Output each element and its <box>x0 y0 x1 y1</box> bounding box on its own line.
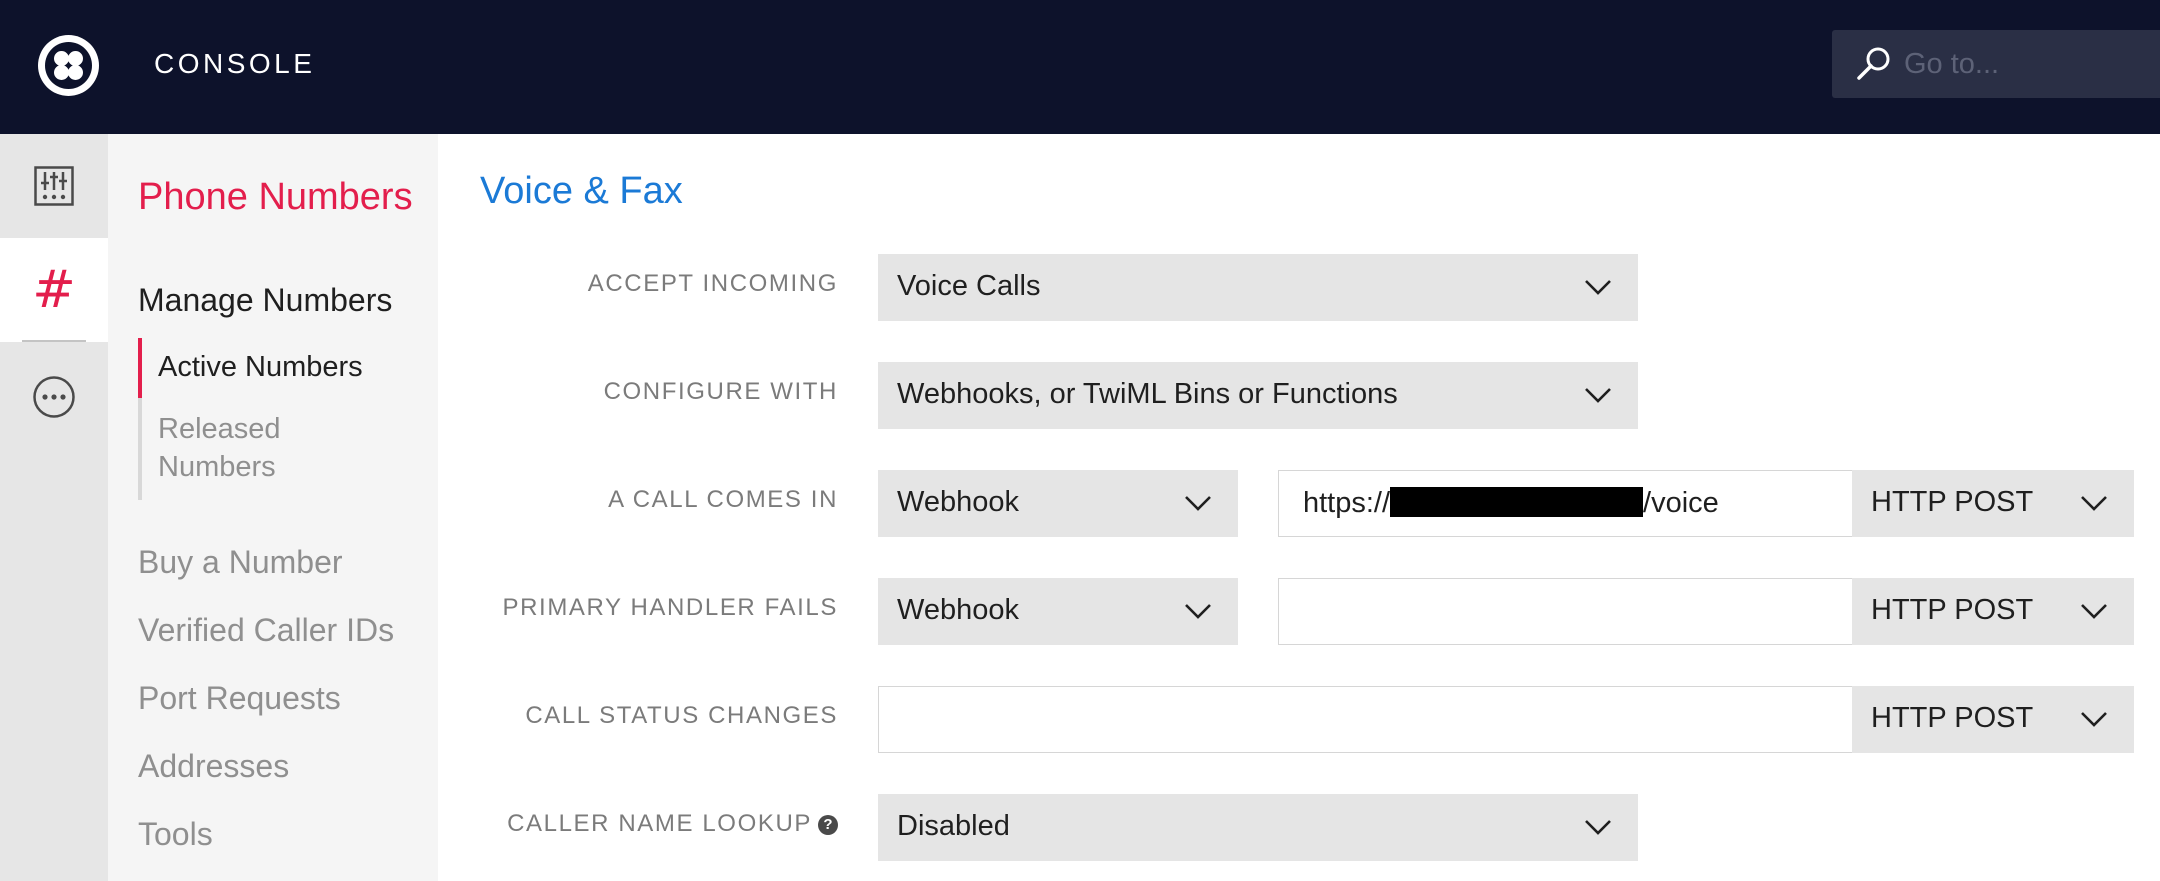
more-icon <box>33 376 75 418</box>
chevron-down-icon <box>1185 604 1211 619</box>
help-icon[interactable]: ? <box>818 815 838 835</box>
call-comes-in-label: A CALL COMES IN <box>608 486 838 513</box>
sidebar-item-buy-a-number[interactable]: Buy a Number <box>138 544 343 581</box>
hash-icon: # <box>32 260 76 320</box>
sidebar-title[interactable]: Phone Numbers <box>138 176 413 219</box>
call-comes-in-method-value: HTTP POST <box>1871 486 2034 518</box>
top-bar: CONSOLE <box>0 0 2160 134</box>
app-title[interactable]: CONSOLE <box>154 48 315 80</box>
caller-name-lookup-text: CALLER NAME LOOKUP <box>507 810 812 837</box>
search-input[interactable] <box>1904 42 2144 86</box>
sidebar-item-tools[interactable]: Tools <box>138 816 213 853</box>
sidebar-item-manage-numbers[interactable]: Manage Numbers <box>138 282 392 319</box>
url-prefix: https:// <box>1303 487 1391 519</box>
configure-with-value: Webhooks, or TwiML Bins or Functions <box>897 378 1398 410</box>
call-comes-in-type-select[interactable]: Webhook <box>878 470 1238 537</box>
call-comes-in-method-select[interactable]: HTTP POST <box>1852 470 2134 537</box>
primary-handler-type-value: Webhook <box>897 594 1019 626</box>
icon-rail: # <box>0 134 108 881</box>
call-comes-in-type-value: Webhook <box>897 486 1019 518</box>
call-status-url-field[interactable] <box>878 686 1853 753</box>
secondary-sidebar: Phone Numbers Manage Numbers Active Numb… <box>108 134 438 881</box>
accept-incoming-select[interactable]: Voice Calls <box>878 254 1638 321</box>
active-indicator <box>138 338 142 398</box>
rail-item-phone-numbers[interactable]: # <box>0 238 108 342</box>
rail-divider <box>22 340 86 342</box>
search-box[interactable] <box>1832 30 2160 98</box>
rail-item-more[interactable] <box>0 345 108 449</box>
sidebar-item-active-numbers[interactable]: Active Numbers <box>158 348 363 386</box>
chevron-down-icon <box>1585 388 1611 403</box>
caller-name-lookup-label: CALLER NAME LOOKUP? <box>438 810 838 838</box>
chevron-down-icon <box>2081 712 2107 727</box>
rail-item-dashboard[interactable] <box>0 134 108 238</box>
chevron-down-icon <box>2081 604 2107 619</box>
section-title: Voice & Fax <box>480 170 683 212</box>
primary-handler-method-select[interactable]: HTTP POST <box>1852 578 2134 645</box>
main-content: Voice & Fax ACCEPT INCOMING Voice Calls … <box>438 134 2160 881</box>
search-icon <box>1857 47 1890 80</box>
chevron-down-icon <box>1585 820 1611 835</box>
caller-name-lookup-value: Disabled <box>897 810 1010 842</box>
primary-handler-type-select[interactable]: Webhook <box>878 578 1238 645</box>
configure-with-select[interactable]: Webhooks, or TwiML Bins or Functions <box>878 362 1638 429</box>
chevron-down-icon <box>1185 496 1211 511</box>
twilio-logo-icon[interactable] <box>38 35 99 96</box>
dashboard-sliders-icon <box>34 166 74 206</box>
sidebar-item-addresses[interactable]: Addresses <box>138 748 289 785</box>
primary-handler-url-field[interactable] <box>1278 578 1853 645</box>
sidebar-item-port-requests[interactable]: Port Requests <box>138 680 341 717</box>
chevron-down-icon <box>1585 280 1611 295</box>
call-status-changes-label: CALL STATUS CHANGES <box>525 702 838 729</box>
chevron-down-icon <box>2081 496 2107 511</box>
accept-incoming-value: Voice Calls <box>897 270 1041 302</box>
caller-name-lookup-select[interactable]: Disabled <box>878 794 1638 861</box>
url-suffix: /voice <box>1643 487 1719 519</box>
primary-handler-method-value: HTTP POST <box>1871 594 2034 626</box>
sidebar-item-released-numbers[interactable]: Released Numbers <box>158 410 358 486</box>
redacted-block <box>1390 487 1644 517</box>
call-status-method-value: HTTP POST <box>1871 702 2034 734</box>
call-status-method-select[interactable]: HTTP POST <box>1852 686 2134 753</box>
configure-with-label: CONFIGURE WITH <box>603 378 838 405</box>
call-comes-in-url-field[interactable]: https:// /voice <box>1278 470 1853 537</box>
primary-handler-fails-label: PRIMARY HANDLER FAILS <box>502 594 838 621</box>
accept-incoming-label: ACCEPT INCOMING <box>587 270 838 297</box>
sidebar-item-verified-caller-ids[interactable]: Verified Caller IDs <box>138 612 394 649</box>
sidebar-subnav: Active Numbers Released Numbers <box>138 338 428 500</box>
